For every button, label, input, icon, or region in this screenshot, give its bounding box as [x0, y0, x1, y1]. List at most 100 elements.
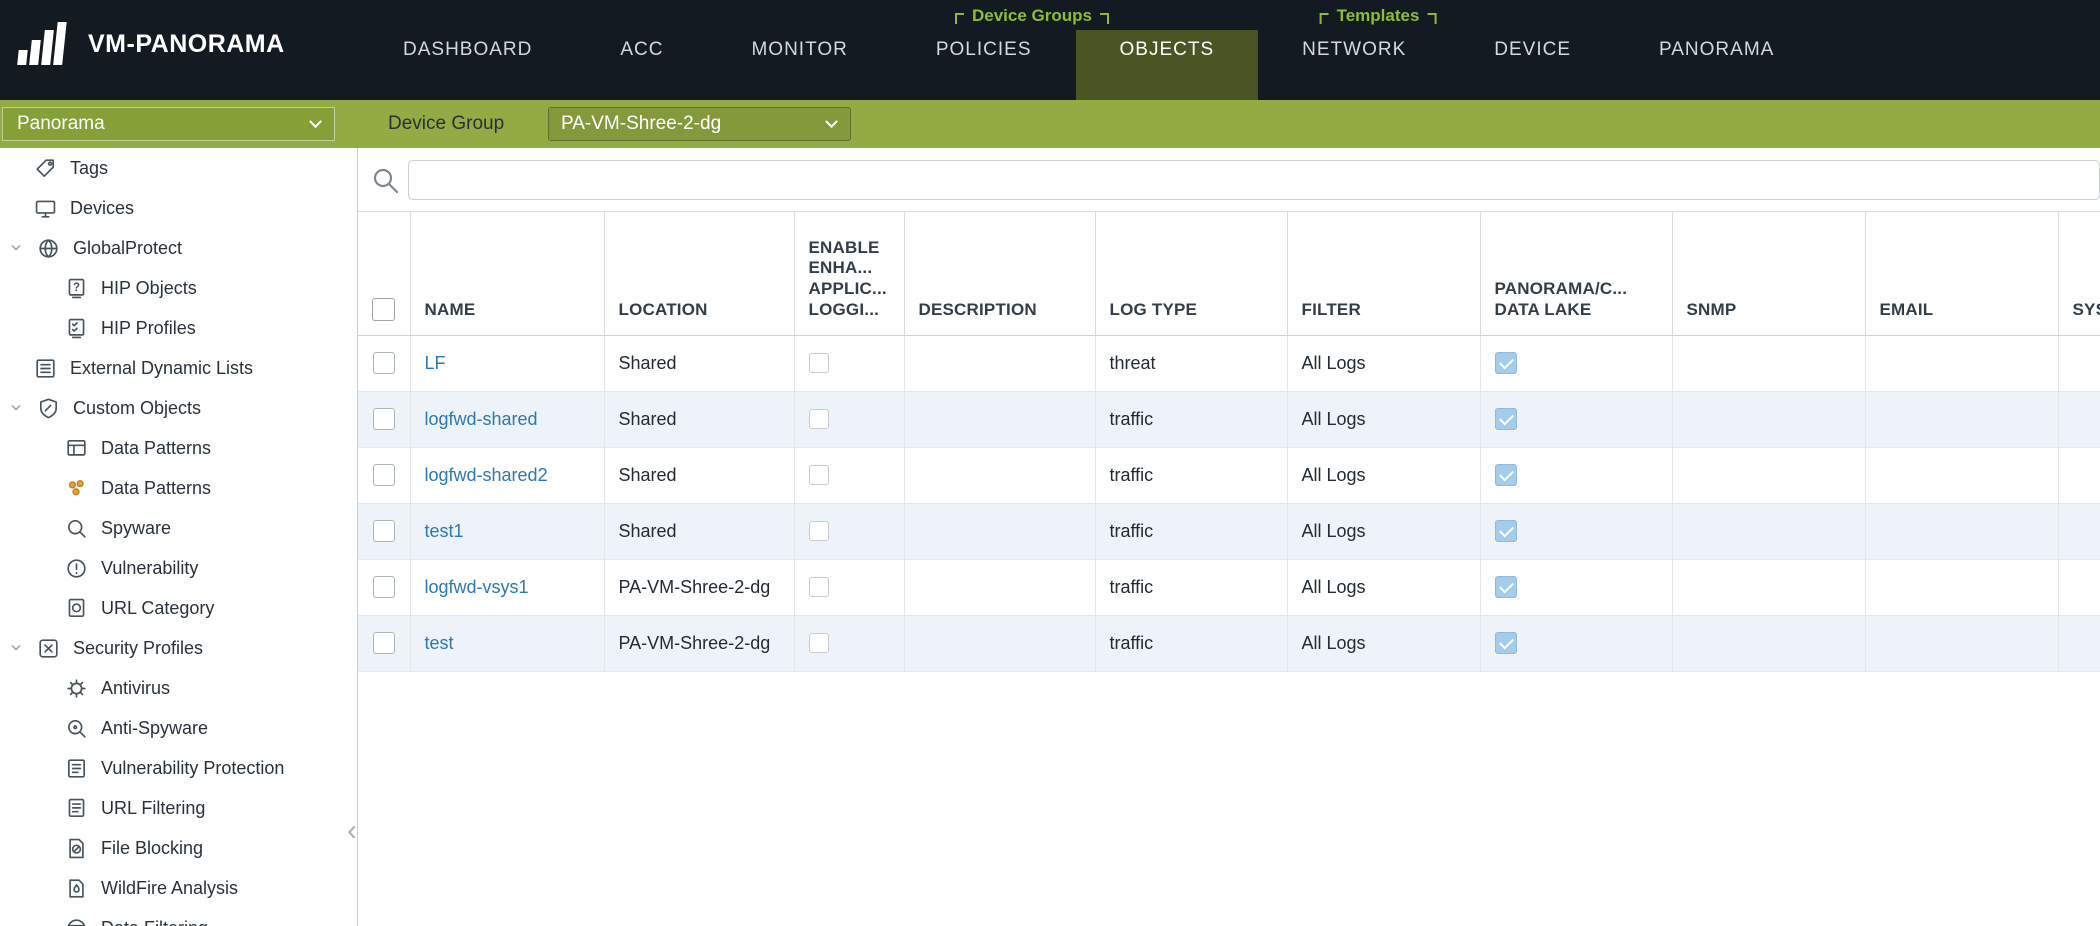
cell-email: [1865, 335, 2058, 391]
enable-eal-checkbox[interactable]: [809, 521, 829, 541]
cell-select: [358, 391, 410, 447]
search-bar: [358, 148, 2100, 212]
select-all-header: [358, 212, 410, 335]
select-all-checkbox[interactable]: [372, 298, 395, 321]
sidebar-item-wildfire-analysis[interactable]: WildFire Analysis: [0, 868, 357, 908]
sidebar-item-label: Data Patterns: [101, 438, 211, 459]
tab-acc[interactable]: ACC: [576, 0, 707, 100]
sidebar-item-vulnerability[interactable]: Vulnerability: [0, 548, 357, 588]
table-row: logfwd-vsys1PA-VM-Shree-2-dgtrafficAll L…: [358, 559, 2100, 615]
enable-eal-checkbox[interactable]: [809, 633, 829, 653]
sidebar-item-spyware[interactable]: Spyware: [0, 508, 357, 548]
sidebar-collapse-handle[interactable]: ‹: [347, 816, 357, 846]
name-link[interactable]: test1: [425, 521, 464, 541]
panorama-scope-select[interactable]: Panorama: [2, 107, 335, 141]
panorama-cdl-checkbox[interactable]: [1495, 464, 1517, 486]
panorama-cdl-checkbox[interactable]: [1495, 576, 1517, 598]
panorama-cdl-checkbox[interactable]: [1495, 352, 1517, 374]
sidebar-item-antivirus[interactable]: Antivirus: [0, 668, 357, 708]
sidebar-item-security-profiles[interactable]: Security Profiles: [0, 628, 357, 668]
cell-snmp: [1672, 559, 1865, 615]
sidebar-item-url-category[interactable]: URL Category: [0, 588, 357, 628]
row-select-checkbox[interactable]: [373, 520, 395, 542]
top-nav-bar: VM-PANORAMA DASHBOARDACCMONITORPOLICIESO…: [0, 0, 2100, 100]
table-header: NAMELOCATIONENABLE ENHA... APPLIC... LOG…: [358, 212, 2100, 335]
name-link[interactable]: logfwd-shared2: [425, 465, 548, 485]
sidebar-item-data-patterns[interactable]: Data Patterns: [0, 428, 357, 468]
tree-expand-caret-icon[interactable]: [8, 400, 24, 416]
name-link[interactable]: LF: [425, 353, 446, 373]
enable-eal-checkbox[interactable]: [809, 409, 829, 429]
cell-select: [358, 447, 410, 503]
cell-name: test1: [410, 503, 604, 559]
sidebar-item-data-patterns[interactable]: Data Patterns: [0, 468, 357, 508]
log-forwarding-table: NAMELOCATIONENABLE ENHA... APPLIC... LOG…: [358, 212, 2100, 672]
sidebar-item-hip-profiles[interactable]: HIP Profiles: [0, 308, 357, 348]
tab-dashboard[interactable]: DASHBOARD: [359, 0, 576, 100]
cell-select: [358, 615, 410, 671]
sidebar-item-anti-spyware[interactable]: Anti-Spyware: [0, 708, 357, 748]
tab-panorama[interactable]: PANORAMA: [1615, 0, 1818, 100]
tab-monitor[interactable]: MONITOR: [707, 0, 891, 100]
row-select-checkbox[interactable]: [373, 352, 395, 374]
sidebar-item-hip-objects[interactable]: ?HIP Objects: [0, 268, 357, 308]
row-select-checkbox[interactable]: [373, 576, 395, 598]
col-header-filter: FILTER: [1287, 212, 1480, 335]
sidebar-item-data-filtering[interactable]: Data Filtering: [0, 908, 357, 926]
name-link[interactable]: test: [425, 633, 454, 653]
cell-log-type: traffic: [1095, 503, 1287, 559]
name-link[interactable]: logfwd-shared: [425, 409, 538, 429]
cell-email: [1865, 391, 2058, 447]
cell-panorama-cdl: [1480, 615, 1672, 671]
col-header-sys: SYS: [2058, 212, 2100, 335]
sidebar: Tags DevicesGlobalProtect?HIP ObjectsHIP …: [0, 148, 358, 926]
brand-name: VM-PANORAMA: [88, 30, 285, 59]
cell-syslog: [2058, 391, 2100, 447]
tab-label: PANORAMA: [1659, 39, 1774, 61]
scope-select-value: Panorama: [17, 113, 105, 135]
panorama-cdl-checkbox[interactable]: [1495, 520, 1517, 542]
sidebar-item-file-blocking[interactable]: File Blocking: [0, 828, 357, 868]
row-select-checkbox[interactable]: [373, 408, 395, 430]
sidebar-item-tags[interactable]: Tags: [0, 148, 357, 188]
context-bar: Panorama Device Group PA-VM-Shree-2-dg: [0, 100, 2100, 148]
search-input[interactable]: [408, 160, 2100, 200]
row-select-checkbox[interactable]: [373, 464, 395, 486]
device-group-label: Device Group: [388, 100, 504, 148]
device-group-select[interactable]: PA-VM-Shree-2-dg: [548, 107, 851, 141]
name-link[interactable]: logfwd-vsys1: [425, 577, 529, 597]
vulnerability-protection-icon: [65, 757, 88, 780]
enable-eal-checkbox[interactable]: [809, 465, 829, 485]
hip-profiles-icon: [65, 317, 88, 340]
cell-log-type: traffic: [1095, 615, 1287, 671]
sidebar-item-custom-objects[interactable]: Custom Objects: [0, 388, 357, 428]
row-select-checkbox[interactable]: [373, 632, 395, 654]
tree-expand-caret-icon[interactable]: [8, 640, 24, 656]
tag-icon: [34, 157, 57, 180]
tree-expand-caret-icon[interactable]: [8, 240, 24, 256]
panorama-cdl-checkbox[interactable]: [1495, 408, 1517, 430]
cell-description: [904, 503, 1095, 559]
cell-name: test: [410, 615, 604, 671]
sidebar-item-label: Custom Objects: [73, 398, 201, 419]
sidebar-item-label: Tags: [70, 158, 108, 179]
devices-icon: [34, 197, 57, 220]
sidebar-item-devices[interactable]: Devices: [0, 188, 357, 228]
sidebar-item-label: External Dynamic Lists: [70, 358, 253, 379]
sidebar-item-external-dynamic-lists[interactable]: External Dynamic Lists: [0, 348, 357, 388]
app-root: VM-PANORAMA DASHBOARDACCMONITORPOLICIESO…: [0, 0, 2100, 926]
sidebar-item-vulnerability-protection[interactable]: Vulnerability Protection: [0, 748, 357, 788]
cell-location: Shared: [604, 335, 794, 391]
cell-email: [1865, 559, 2058, 615]
custom-objects-icon: [37, 397, 60, 420]
panorama-cdl-checkbox[interactable]: [1495, 632, 1517, 654]
cell-syslog: [2058, 615, 2100, 671]
cell-filter: All Logs: [1287, 615, 1480, 671]
table-row: logfwd-shared2SharedtrafficAll Logs: [358, 447, 2100, 503]
enable-eal-checkbox[interactable]: [809, 353, 829, 373]
tab-device[interactable]: DEVICE: [1450, 0, 1615, 100]
cell-snmp: [1672, 503, 1865, 559]
sidebar-item-globalprotect[interactable]: GlobalProtect: [0, 228, 357, 268]
enable-eal-checkbox[interactable]: [809, 577, 829, 597]
sidebar-item-url-filtering[interactable]: URL Filtering: [0, 788, 357, 828]
